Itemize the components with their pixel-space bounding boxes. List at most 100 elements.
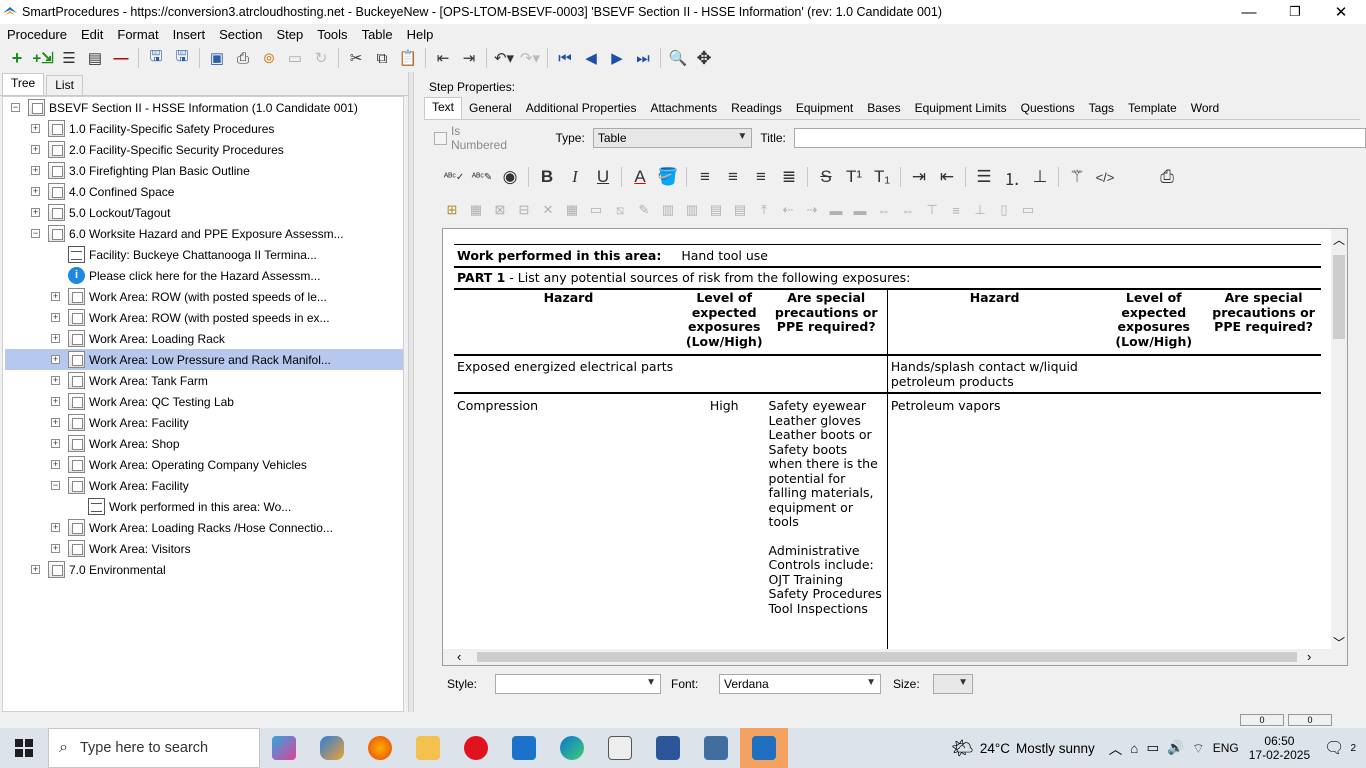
expand-icon[interactable]: +	[51, 460, 60, 469]
insert-line-icon[interactable]: ⊥	[1026, 164, 1054, 190]
word-icon[interactable]	[644, 728, 692, 768]
restore-button[interactable]: ❐	[1272, 0, 1318, 24]
type-select[interactable]: Table ▼	[592, 128, 753, 148]
tree-item[interactable]: − Work Area: Facility	[51, 475, 189, 496]
list-icon[interactable]: ☰	[56, 46, 82, 70]
insert-row-above-icon[interactable]: ▤	[704, 199, 728, 221]
bold-icon[interactable]: B	[533, 164, 561, 190]
horizontal-scrollbar[interactable]: ‹ ›	[443, 649, 1347, 665]
collapse-icon[interactable]: −	[31, 229, 40, 238]
contacts-app-icon[interactable]	[596, 728, 644, 768]
delete-column-icon[interactable]: ✕	[536, 199, 560, 221]
insert-table-icon[interactable]: ⊞	[440, 199, 464, 221]
copilot-icon[interactable]	[308, 728, 356, 768]
tree-item[interactable]: + Work Area: QC Testing Lab	[51, 391, 234, 412]
tree-item[interactable]: i Please click here for the Hazard Assess…	[51, 265, 320, 286]
indent-icon[interactable]: ⇥	[456, 46, 482, 70]
superscript-icon[interactable]: T¹	[840, 164, 868, 190]
row-right-icon[interactable]: ⇢	[800, 199, 824, 221]
spellcheck-icon[interactable]: ᴬᴮᶜ✓	[440, 164, 468, 190]
menu-section[interactable]: Section	[212, 27, 269, 42]
expand-icon[interactable]: +	[51, 334, 60, 343]
tree-item[interactable]: + Work Area: Visitors	[51, 538, 191, 559]
align-right-icon[interactable]: ≡	[747, 164, 775, 190]
is-numbered-checkbox[interactable]	[434, 131, 447, 145]
tab-additional-properties[interactable]: Additional Properties	[519, 99, 644, 119]
expand-icon[interactable]: +	[31, 565, 40, 574]
horizontal-scroll-thumb[interactable]	[477, 652, 1297, 662]
weather-text[interactable]: Mostly sunny	[1016, 741, 1095, 756]
menu-procedure[interactable]: Procedure	[0, 27, 74, 42]
cell-block-icon[interactable]: ▬	[824, 199, 848, 221]
cell-edit-icon[interactable]: ✎	[632, 199, 656, 221]
weather-temp[interactable]: 24°C	[980, 741, 1010, 756]
menu-step[interactable]: Step	[269, 27, 310, 42]
justify-icon[interactable]: ≣	[775, 164, 803, 190]
undo-icon[interactable]: ↶▾	[491, 46, 517, 70]
valign-middle-icon[interactable]: ≡	[944, 199, 968, 221]
add-icon[interactable]: +	[4, 46, 30, 70]
edge-icon[interactable]	[548, 728, 596, 768]
tab-questions[interactable]: Questions	[1014, 99, 1082, 119]
chevron-up-icon[interactable]: ︿	[1109, 738, 1123, 758]
copy-icon[interactable]: ⧉	[369, 46, 395, 70]
expand-icon[interactable]: +	[31, 166, 40, 175]
italic-icon[interactable]: I	[561, 164, 589, 190]
vertical-scroll-thumb[interactable]	[1333, 255, 1345, 339]
vertical-scrollbar[interactable]: ︿ ﹀	[1331, 229, 1347, 651]
step-text-editor[interactable]: Work performed in this area: Hand tool u…	[442, 228, 1348, 666]
speaker-icon[interactable]: ◉	[496, 164, 524, 190]
bullet-list-icon[interactable]: ☰	[970, 164, 998, 190]
expand-icon[interactable]: +	[31, 145, 40, 154]
tab-word[interactable]: Word	[1184, 99, 1226, 119]
network-icon[interactable]: ⌂	[1130, 741, 1138, 756]
strikethrough-icon[interactable]: S	[812, 164, 840, 190]
align-left-icon[interactable]: ≡	[691, 164, 719, 190]
tab-tags[interactable]: Tags	[1082, 99, 1121, 119]
expand-icon[interactable]: +	[51, 355, 60, 364]
spellcheck-options-icon[interactable]: ᴬᴮᶜ✎	[468, 164, 496, 190]
firefox-icon[interactable]	[356, 728, 404, 768]
expand-icon[interactable]: +	[51, 418, 60, 427]
valign-top-icon[interactable]: ⊤	[920, 199, 944, 221]
collapse-icon[interactable]: −	[51, 481, 60, 490]
opera-icon[interactable]	[452, 728, 500, 768]
delete-row-icon[interactable]: ⊟	[512, 199, 536, 221]
redo-disabled-icon[interactable]: ↻	[308, 46, 334, 70]
tab-equipment-limits[interactable]: Equipment Limits	[908, 99, 1014, 119]
volume-icon[interactable]: 🔊	[1167, 740, 1184, 756]
expand-icon[interactable]: +	[51, 397, 60, 406]
tab-attachments[interactable]: Attachments	[643, 99, 724, 119]
expand-icon[interactable]: +	[51, 439, 60, 448]
tab-readings[interactable]: Readings	[724, 99, 789, 119]
insert-column-right-icon[interactable]: ▥	[680, 199, 704, 221]
tab-template[interactable]: Template	[1121, 99, 1184, 119]
tab-list[interactable]: List	[46, 75, 83, 95]
mail-icon[interactable]	[500, 728, 548, 768]
tree-item[interactable]: +5.0 Lockout/Tagout	[31, 202, 170, 223]
paste-icon[interactable]: 📋	[395, 46, 421, 70]
tree-item[interactable]: − BSEVF Section II - HSSE Information (1.…	[11, 97, 358, 118]
expand-icon[interactable]: +	[31, 124, 40, 133]
pane-splitter[interactable]	[408, 72, 414, 712]
indent-right-icon[interactable]: ⇥	[905, 164, 933, 190]
cell-block2-icon[interactable]: ▬	[848, 199, 872, 221]
add-child-icon[interactable]: +⇲	[30, 46, 56, 70]
tree-item[interactable]: Work performed in this area: Wo...	[71, 496, 291, 517]
tree-item[interactable]: + Work Area: Facility	[51, 412, 189, 433]
tree-item[interactable]: − 6.0 Worksite Hazard and PPE Exposure As…	[31, 223, 344, 244]
align-center-icon[interactable]: ≡	[719, 164, 747, 190]
clock[interactable]: 06:50 17-02-2025	[1249, 734, 1310, 762]
save-all-icon[interactable]: 🖫	[143, 46, 169, 70]
menu-table[interactable]: Table	[355, 27, 400, 42]
menu-help[interactable]: Help	[400, 27, 441, 42]
expand-icon[interactable]: +	[51, 376, 60, 385]
smartprocedures-taskbar-icon[interactable]	[740, 728, 788, 768]
wifi-icon[interactable]: ⌔	[1192, 740, 1205, 757]
column-icon[interactable]: ▯	[992, 199, 1016, 221]
tree-item[interactable]: +3.0 Firefighting Plan Basic Outline	[31, 160, 250, 181]
row-icon[interactable]: ▭	[1016, 199, 1040, 221]
list-alt-icon[interactable]: ▤	[82, 46, 108, 70]
merge-cells-icon[interactable]: ▭	[584, 199, 608, 221]
insert-column-left-icon[interactable]: ▥	[656, 199, 680, 221]
